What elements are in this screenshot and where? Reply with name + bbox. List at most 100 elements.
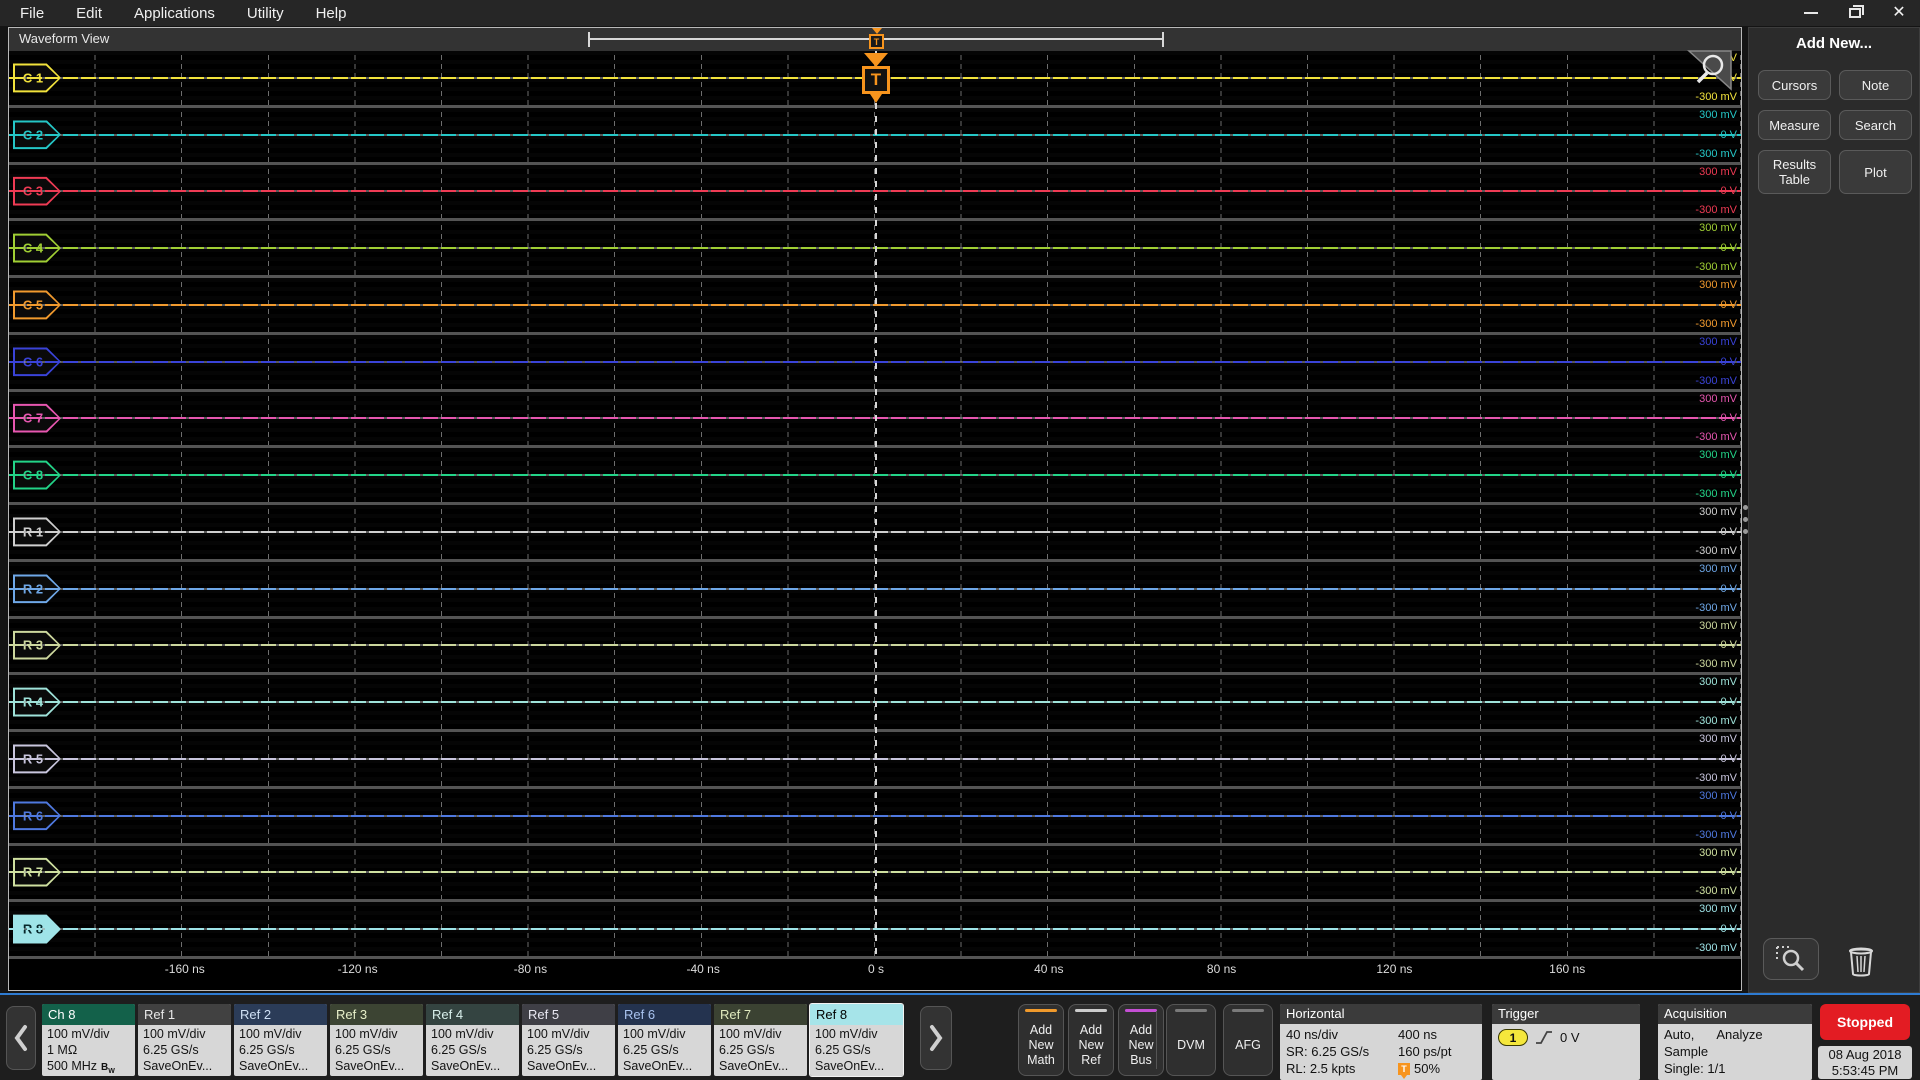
restore-icon <box>1849 8 1861 18</box>
tab-header: Ch 8 <box>42 1004 135 1025</box>
horizontal-setting-text: 50% <box>1414 1060 1440 1077</box>
note-button[interactable]: Note <box>1839 70 1912 100</box>
waveform-view-titlebar: Waveform View T <box>9 28 1741 51</box>
add-new-bus-button[interactable]: Add New Bus <box>1118 1004 1164 1076</box>
tab-setting-text: SaveOnEv... <box>527 1059 596 1073</box>
datetime-display: 08 Aug 2018 5:53:45 PM <box>1818 1046 1912 1079</box>
tab-body: 100 mV/div1 MΩ500 MHzBW <box>42 1025 135 1076</box>
scale-label-bottom: -300 mV <box>1695 318 1737 330</box>
menu-help[interactable]: Help <box>300 2 363 25</box>
menu-file[interactable]: File <box>4 2 60 25</box>
time-tick-label: -120 ns <box>338 962 378 976</box>
zoom-mode-button[interactable] <box>1763 938 1819 980</box>
add-new-buttons: Cursors Note Measure Search Results TablePlo… <box>1758 70 1912 194</box>
scroll-left-button[interactable] <box>6 1006 36 1070</box>
add-new-panel: Add New... CursorsNoteMeasureSearchResul… <box>1748 27 1920 993</box>
tab-setting-line: 6.25 GS/s <box>815 1042 903 1058</box>
tab-setting-line: 6.25 GS/s <box>431 1042 519 1058</box>
measure-button[interactable]: Measure <box>1758 110 1831 140</box>
tab-setting-line: 6.25 GS/s <box>623 1042 711 1058</box>
tab-setting-text: 100 mV/div <box>47 1027 110 1041</box>
scale-label-zero: 0 V <box>1720 583 1737 595</box>
horizontal-panel[interactable]: Horizontal 40 ns/divSR: 6.25 GS/sRL: 2.5… <box>1280 1004 1482 1080</box>
delete-button[interactable] <box>1841 940 1881 980</box>
tab-ref3[interactable]: Ref 3100 mV/div6.25 GS/sSaveOnEv... <box>330 1004 423 1076</box>
tab-setting-line: 6.25 GS/s <box>719 1042 807 1058</box>
time-tick-label: 120 ns <box>1376 962 1412 976</box>
tab-setting-line: SaveOnEv... <box>719 1058 807 1074</box>
run-stop-status-button[interactable]: Stopped <box>1820 1004 1910 1040</box>
scale-label-top: 300 mV <box>1699 166 1737 178</box>
button-color-stripe <box>1025 1009 1057 1012</box>
tab-setting-text: 6.25 GS/s <box>527 1043 583 1057</box>
dvm-button[interactable]: DVM <box>1166 1004 1216 1076</box>
tab-ref5[interactable]: Ref 5100 mV/div6.25 GS/sSaveOnEv... <box>522 1004 615 1076</box>
scale-label-top: 300 mV <box>1699 790 1737 802</box>
acquisition-analyze: Analyze <box>1716 1026 1762 1043</box>
tab-setting-line: SaveOnEv... <box>623 1058 711 1074</box>
tab-ref6[interactable]: Ref 6100 mV/div6.25 GS/sSaveOnEv... <box>618 1004 711 1076</box>
tab-setting-text: 6.25 GS/s <box>815 1043 871 1057</box>
tab-setting-text: 6.25 GS/s <box>623 1043 679 1057</box>
trigger-panel[interactable]: Trigger 1 0 V <box>1492 1004 1640 1080</box>
tab-body: 100 mV/div6.25 GS/sSaveOnEv... <box>330 1025 423 1074</box>
button-label: DVM <box>1174 1015 1208 1075</box>
scale-label-zero: 0 V <box>1720 242 1737 254</box>
tab-ref7[interactable]: Ref 7100 mV/div6.25 GS/sSaveOnEv... <box>714 1004 807 1076</box>
tab-setting-text: 6.25 GS/s <box>335 1043 391 1057</box>
acquisition-panel[interactable]: Acquisition Auto, Analyze Sample Single:… <box>1658 1004 1812 1080</box>
menu-edit[interactable]: Edit <box>60 2 118 25</box>
trigger-position-indicator[interactable]: T <box>869 28 885 51</box>
time-text: 5:53:45 PM <box>1818 1063 1912 1079</box>
tab-setting-text: 6.25 GS/s <box>143 1043 199 1057</box>
tab-ch8[interactable]: Ch 8100 mV/div1 MΩ500 MHzBW <box>42 1004 135 1076</box>
trigger-position-flag-icon: T <box>1398 1063 1410 1075</box>
menu-utility[interactable]: Utility <box>231 2 300 25</box>
tab-body: 100 mV/div6.25 GS/sSaveOnEv... <box>234 1025 327 1074</box>
trigger-title: Trigger <box>1492 1004 1640 1024</box>
tab-setting-text: SaveOnEv... <box>815 1059 884 1073</box>
tab-setting-line: 6.25 GS/s <box>143 1042 231 1058</box>
tab-body: 100 mV/div6.25 GS/sSaveOnEv... <box>426 1025 519 1074</box>
trigger-arrow-icon <box>864 53 888 67</box>
oscilloscope-screen: FileEditApplicationsUtilityHelp ✕ Wavefo… <box>0 0 1920 1080</box>
tab-ref4[interactable]: Ref 4100 mV/div6.25 GS/sSaveOnEv... <box>426 1004 519 1076</box>
tab-setting-text: 100 mV/div <box>719 1027 782 1041</box>
scale-label-bottom: -300 mV <box>1695 658 1737 670</box>
menu-applications[interactable]: Applications <box>118 2 231 25</box>
tab-setting-text: 500 MHz <box>47 1059 97 1073</box>
waveform-view-title: Waveform View <box>19 31 109 46</box>
results-table-button[interactable]: Results Table <box>1758 150 1831 194</box>
horizontal-setting-text: 160 ps/pt <box>1398 1043 1452 1060</box>
search-button[interactable]: Search <box>1839 110 1912 140</box>
horizontal-setting: 160 ps/pt <box>1398 1043 1452 1060</box>
add-new-math-button[interactable]: Add New Math <box>1018 1004 1064 1076</box>
tab-ref2[interactable]: Ref 2100 mV/div6.25 GS/sSaveOnEv... <box>234 1004 327 1076</box>
scale-label-top: 300 mV <box>1699 733 1737 745</box>
horizontal-setting: RL: 2.5 kpts <box>1286 1060 1398 1077</box>
scale-label-bottom: -300 mV <box>1695 885 1737 897</box>
tab-setting-text: 100 mV/div <box>527 1027 590 1041</box>
tab-ref8[interactable]: Ref 8100 mV/div6.25 GS/sSaveOnEv... <box>810 1004 903 1076</box>
tab-ref1[interactable]: Ref 1100 mV/div6.25 GS/sSaveOnEv... <box>138 1004 231 1076</box>
button-color-stripe <box>1075 1009 1107 1012</box>
tab-setting-text: 100 mV/div <box>815 1027 878 1041</box>
scale-label-bottom: -300 mV <box>1695 148 1737 160</box>
menu-items: FileEditApplicationsUtilityHelp <box>0 2 362 25</box>
plot-button[interactable]: Plot <box>1839 150 1912 194</box>
restore-button[interactable] <box>1840 2 1870 24</box>
tab-setting-line: 100 mV/div <box>239 1026 327 1042</box>
tab-setting-text: SaveOnEv... <box>719 1059 788 1073</box>
minimize-button[interactable] <box>1796 2 1826 24</box>
afg-button[interactable]: AFG <box>1223 1004 1273 1076</box>
cursors-button[interactable]: Cursors <box>1758 70 1831 100</box>
button-label: AFG <box>1232 1015 1264 1075</box>
scroll-right-button[interactable] <box>920 1006 952 1070</box>
trigger-marker[interactable]: T <box>854 53 898 111</box>
scale-label-zero: 0 V <box>1720 923 1737 935</box>
close-button[interactable]: ✕ <box>1884 2 1914 24</box>
time-tick-label: 160 ns <box>1549 962 1585 976</box>
close-icon: ✕ <box>1892 5 1905 21</box>
waveform-view-window: Waveform View T C 1300 mV0 V-300 mVC 230… <box>8 27 1742 991</box>
add-new-ref-button[interactable]: Add New Ref <box>1068 1004 1114 1076</box>
